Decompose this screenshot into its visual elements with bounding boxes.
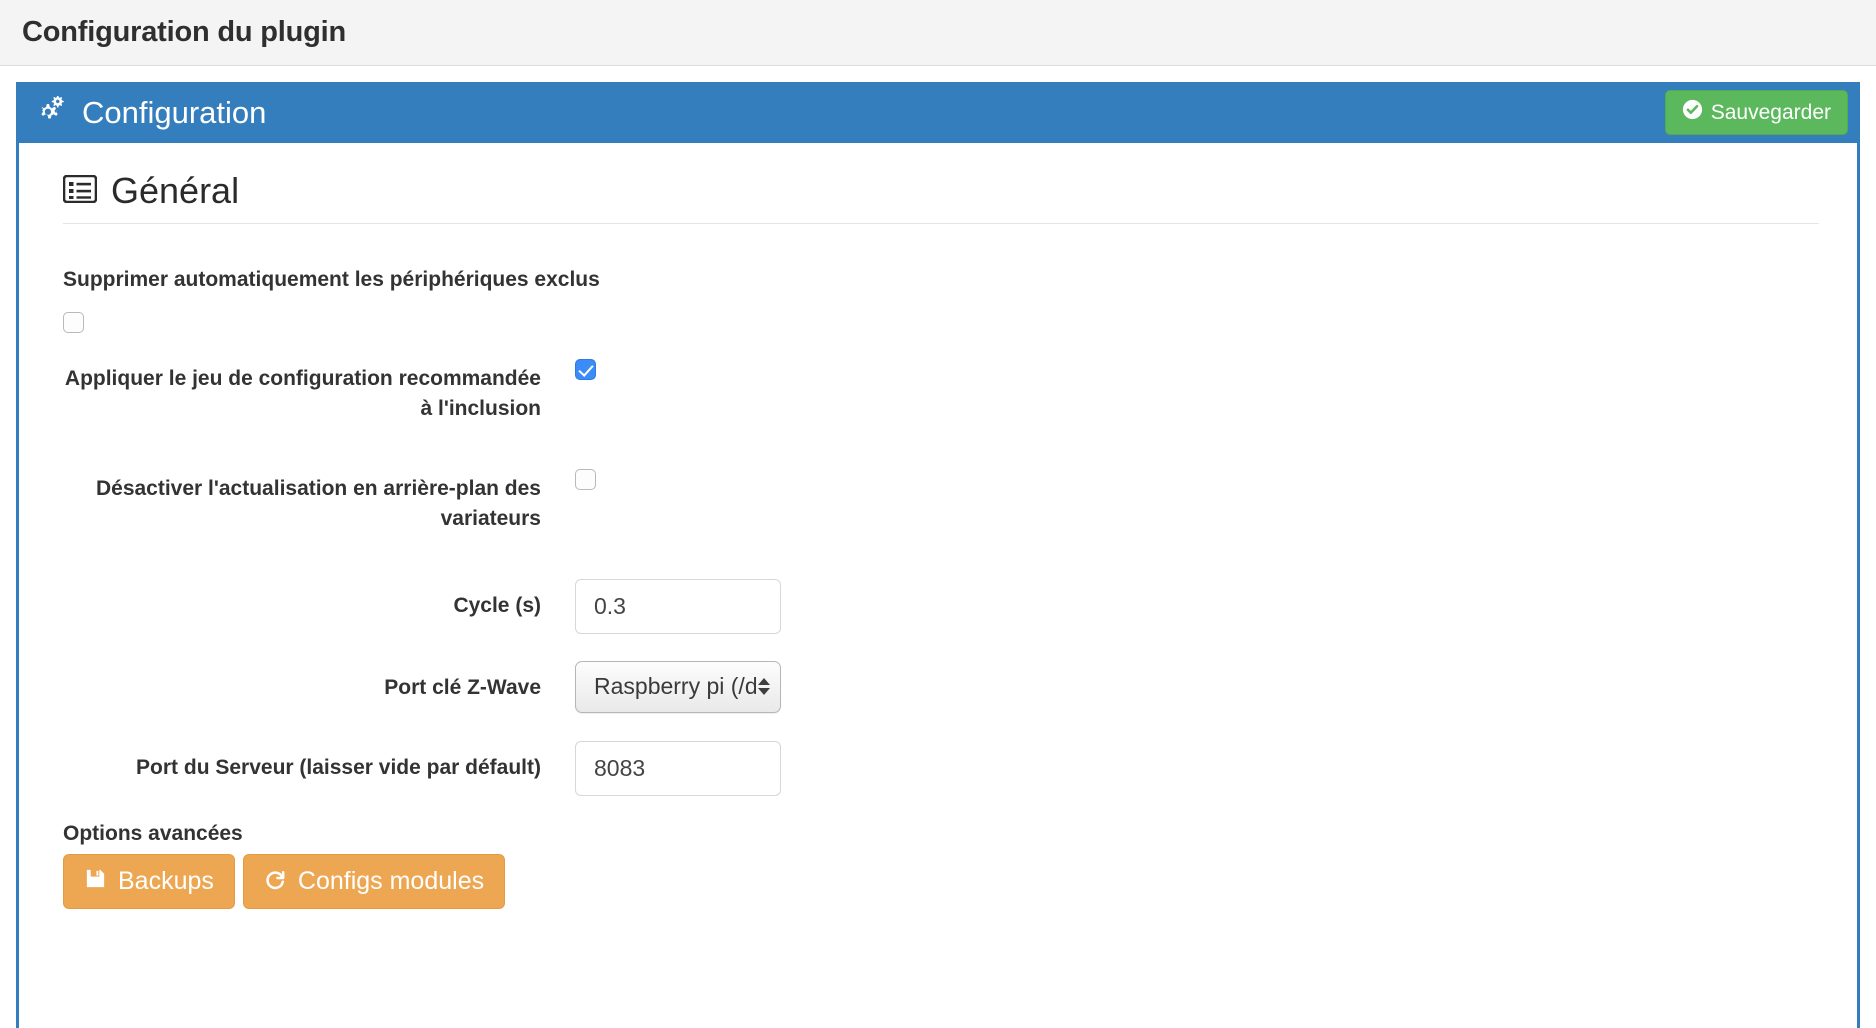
backups-button-label: Backups: [118, 866, 214, 895]
save-floppy-icon: [84, 867, 107, 897]
cogs-icon: [40, 95, 70, 129]
backups-button[interactable]: Backups: [63, 853, 235, 910]
save-button-label: Sauvegarder: [1710, 100, 1831, 124]
page-title: Configuration du plugin: [22, 16, 346, 48]
configs-modules-button[interactable]: Configs modules: [242, 853, 506, 910]
auto-delete-checkbox[interactable]: [63, 312, 84, 333]
refresh-icon: [264, 867, 287, 897]
configs-modules-button-label: Configs modules: [297, 866, 485, 895]
list-alt-icon: [62, 174, 98, 208]
apply-recommended-config-control: [575, 359, 1819, 380]
form-row-server-port: Port du Serveur (laisser vide par défaul…: [63, 740, 1819, 796]
form-row-cycle: Cycle (s): [63, 578, 1819, 634]
zwave-port-label: Port clé Z-Wave: [384, 675, 541, 699]
server-port-input[interactable]: [575, 740, 781, 796]
server-port-label: Port du Serveur (laisser vide par défaul…: [136, 755, 541, 779]
zwave-port-control: Raspberry pi (/d: [575, 660, 1819, 713]
zwave-port-selected-value: Raspberry pi (/d: [594, 673, 756, 700]
check-circle-icon: [1682, 99, 1703, 125]
panel-heading: Configuration Sauvegarder: [16, 82, 1860, 143]
server-port-control: [575, 740, 1819, 796]
apply-recommended-config-checkbox[interactable]: [575, 359, 596, 380]
cycle-control: [575, 578, 1819, 634]
section-header-general: Général: [62, 170, 1819, 224]
cycle-input[interactable]: [575, 578, 781, 634]
form-row-disable-background-refresh: Désactiver l'actualisation en arrière-pl…: [63, 468, 1819, 535]
disable-background-refresh-checkbox[interactable]: [575, 468, 596, 490]
apply-recommended-config-label: Appliquer le jeu de configuration recomm…: [64, 367, 541, 421]
form-row-zwave-port: Port clé Z-Wave Raspberry pi (/d: [63, 660, 1819, 713]
chevron-updown-icon: [756, 678, 772, 696]
page-header: Configuration du plugin: [0, 0, 1876, 66]
auto-delete-block: Supprimer automatiquement les périphériq…: [63, 268, 1819, 333]
panel-title: Configuration: [82, 95, 267, 130]
advanced-options-buttons: Backups Configs modules: [63, 853, 1819, 910]
panel-heading-left: Configuration: [40, 95, 267, 130]
panel-body: Général Supprimer automatiquement les pé…: [19, 143, 1857, 1028]
auto-delete-label: Supprimer automatiquement les périphériq…: [63, 268, 600, 291]
section-title: Général: [111, 170, 240, 211]
save-button[interactable]: Sauvegarder: [1664, 90, 1848, 135]
panel-wrapper: Configuration Sauvegarder Général Suppri…: [0, 66, 1876, 1028]
configuration-panel: Configuration Sauvegarder Général Suppri…: [16, 82, 1860, 1028]
disable-background-refresh-control: [575, 468, 1819, 490]
disable-background-refresh-label: Désactiver l'actualisation en arrière-pl…: [95, 476, 541, 531]
form-row-apply-recommended-config: Appliquer le jeu de configuration recomm…: [63, 359, 1819, 425]
cycle-label: Cycle (s): [453, 593, 541, 617]
advanced-options-title: Options avancées: [63, 821, 243, 845]
zwave-port-select[interactable]: Raspberry pi (/d: [575, 660, 781, 713]
